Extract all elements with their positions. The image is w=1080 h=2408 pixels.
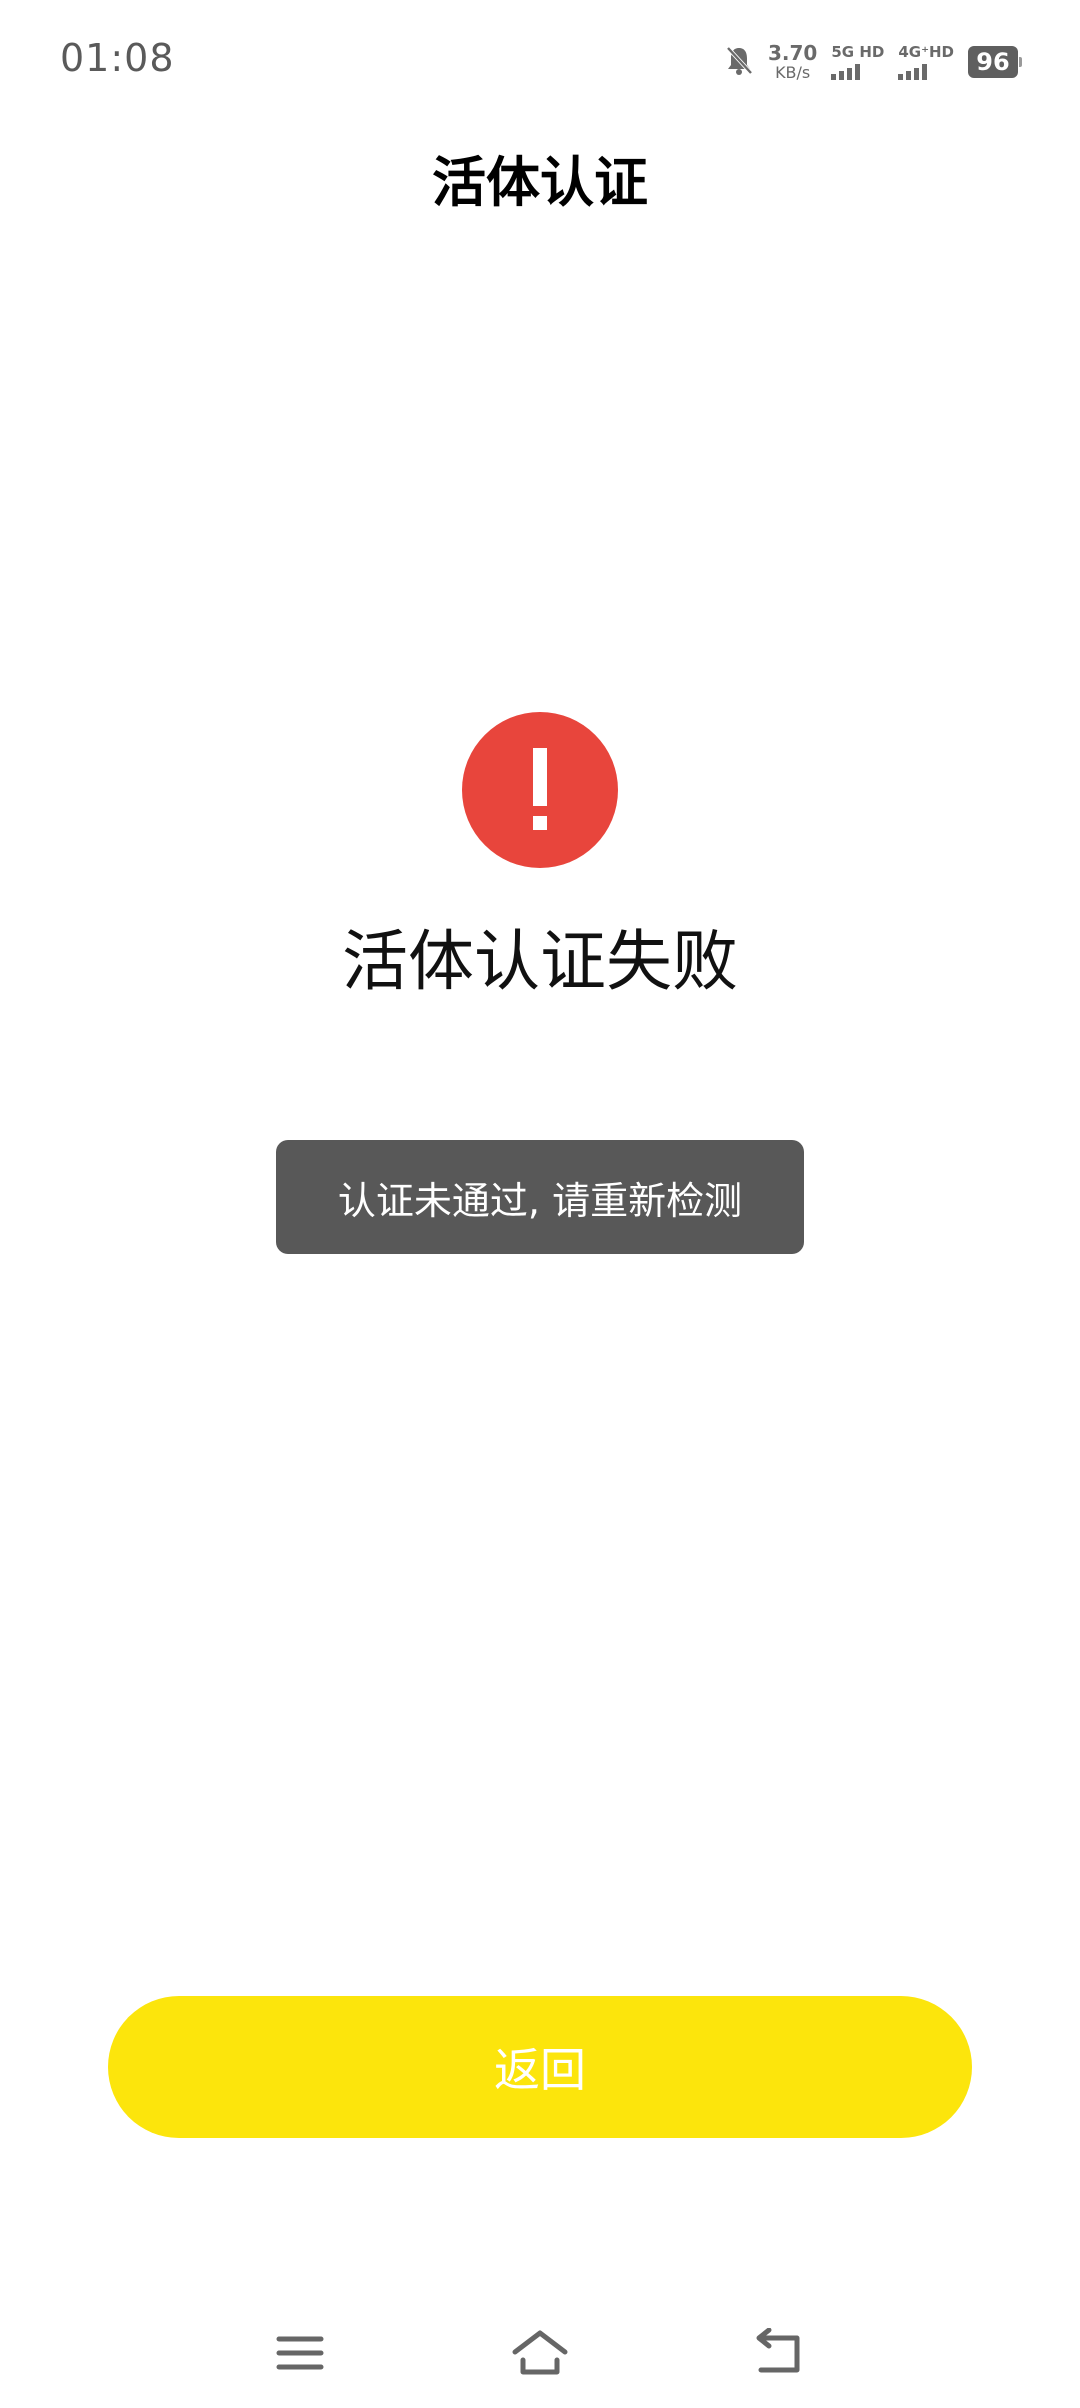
signal-4g-icon: 4G⁺HD	[898, 42, 954, 80]
status-icons: 3.70 KB/s 5G HD 4G⁺HD 96	[724, 40, 1022, 84]
battery-level: 96	[968, 46, 1018, 78]
status-time: 01:08	[60, 36, 175, 80]
exclamation-icon	[462, 712, 618, 868]
network-speed: 3.70 KB/s	[768, 43, 817, 81]
page-title: 活体认证	[432, 151, 648, 214]
menu-icon[interactable]	[260, 2318, 340, 2388]
back-icon[interactable]	[740, 2318, 820, 2388]
result-title: 活体认证失败	[342, 923, 738, 1000]
home-icon[interactable]	[500, 2318, 580, 2388]
sim2-label: 4G⁺HD	[898, 42, 954, 61]
mute-bell-icon	[724, 44, 754, 80]
signal-5g-icon: 5G HD	[831, 42, 885, 80]
toast-message: 认证未通过, 请重新检测	[276, 1140, 804, 1254]
battery-icon: 96	[968, 46, 1022, 78]
network-speed-value: 3.70	[767, 41, 818, 65]
status-bar: 01:08 3.70 KB/s 5G HD 4G⁺HD 96	[0, 0, 1080, 124]
return-button[interactable]: 返回	[108, 1996, 972, 2138]
system-nav-bar	[0, 2300, 1080, 2408]
network-speed-unit: KB/s	[775, 63, 811, 82]
sim1-label: 5G HD	[831, 42, 885, 61]
